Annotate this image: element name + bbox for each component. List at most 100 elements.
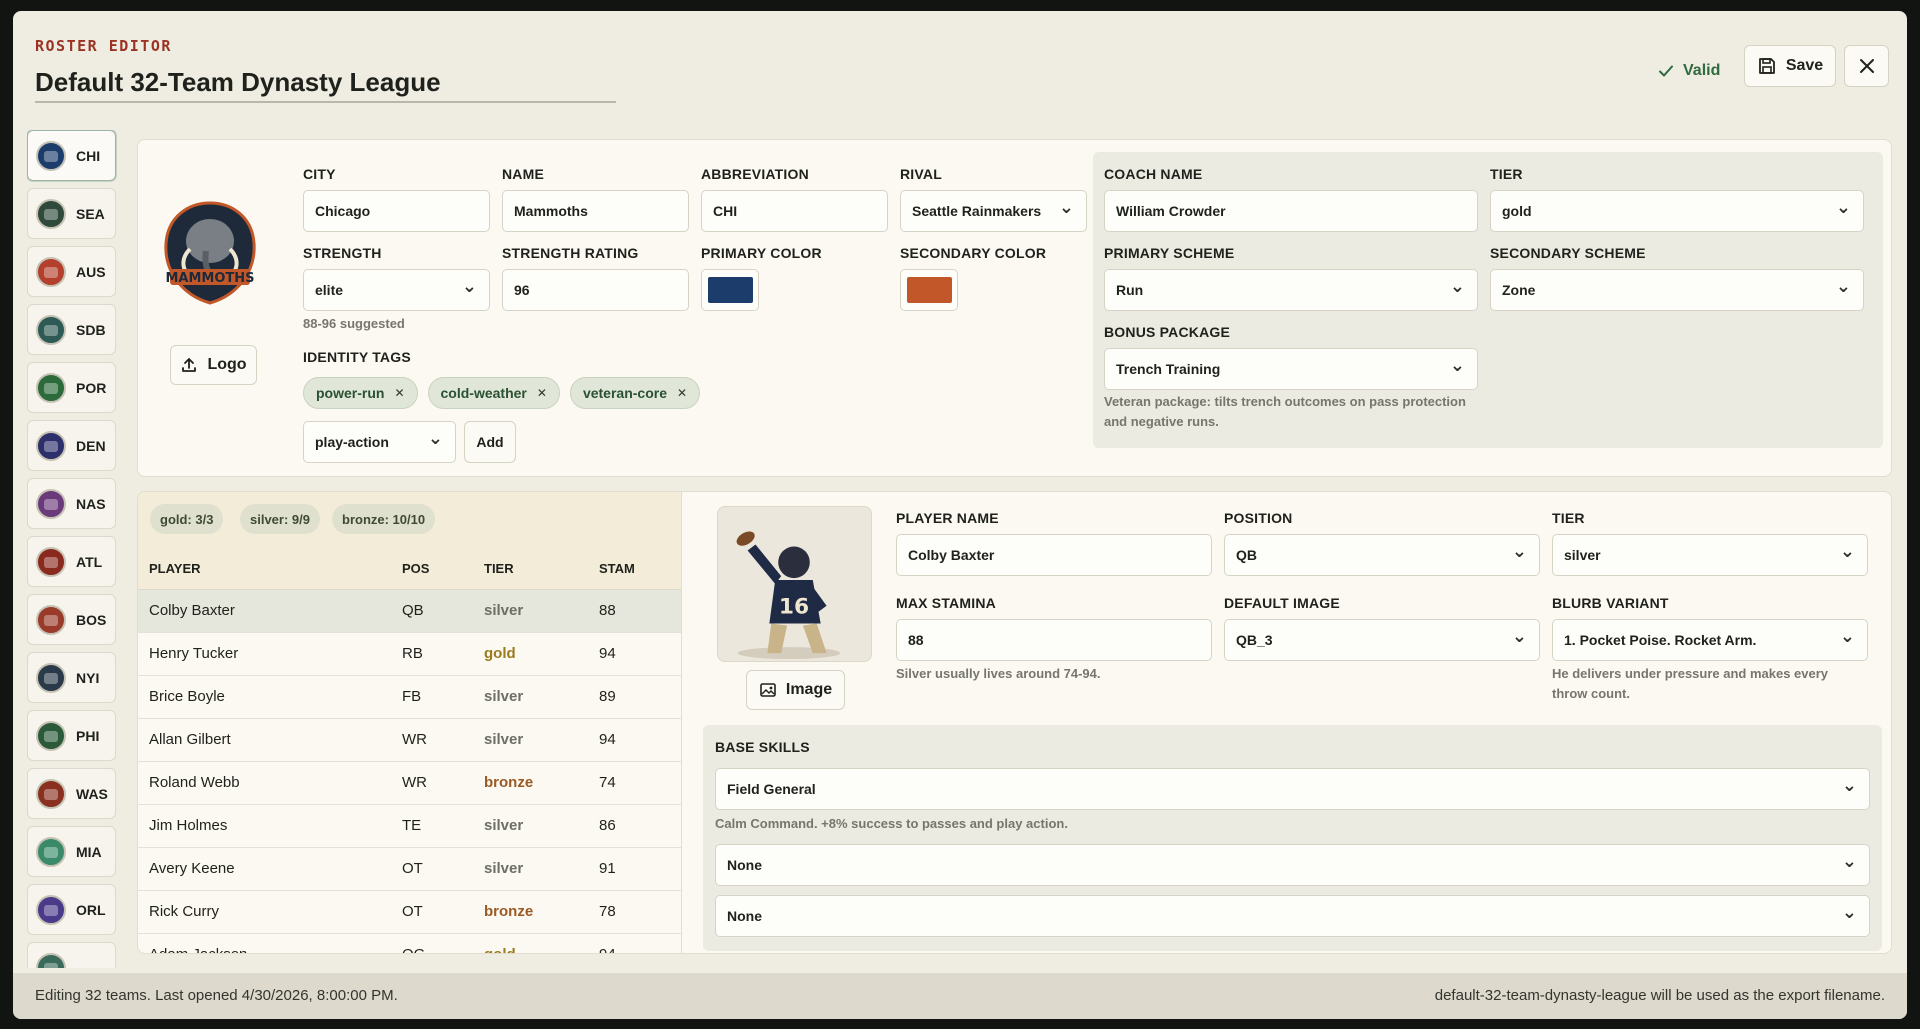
abbreviation-input[interactable]: CHI [701, 190, 888, 232]
change-image-button[interactable]: Image [746, 670, 845, 710]
player-tier-cell: gold [484, 934, 516, 953]
rival-select[interactable]: Seattle Rainmakers [900, 190, 1087, 232]
column-header[interactable]: STAM [599, 548, 635, 590]
sidebar-team-item[interactable]: PHI [27, 710, 116, 761]
secondary-scheme-select[interactable]: Zone [1490, 269, 1864, 311]
sidebar-team-item[interactable]: SDB [27, 304, 116, 355]
player-detail: 16 Image PLAYER NAME Colby Baxter POSITI… [683, 492, 1891, 953]
column-header[interactable]: TIER [484, 548, 514, 590]
skill-2-select[interactable]: None [715, 844, 1870, 886]
player-name-cell: Avery Keene [149, 860, 235, 877]
player-tier-cell: silver [484, 860, 524, 877]
player-tier-cell: silver [484, 688, 524, 705]
team-logo-icon [36, 372, 66, 403]
secondary-color-picker[interactable] [900, 269, 958, 311]
identity-tag-label: veteran-core [582, 385, 667, 401]
close-button[interactable] [1844, 45, 1889, 87]
blurb-variant-select[interactable]: 1. Pocket Poise. Rocket Arm. [1552, 619, 1868, 661]
team-logo-icon [36, 720, 66, 751]
table-row[interactable]: Brice Boyle FB silver 89 [138, 676, 681, 719]
upload-logo-button[interactable]: Logo [170, 345, 257, 385]
column-header[interactable]: PLAYER [149, 548, 201, 590]
sidebar-team-item[interactable]: MIA [27, 826, 116, 877]
player-name-cell: Adam Jackson [149, 934, 247, 953]
identity-tag: cold-weather ✕ [427, 377, 560, 409]
table-row[interactable]: Henry Tucker RB gold 94 [138, 633, 681, 676]
player-tier-label: TIER [1552, 510, 1585, 526]
tag-select[interactable]: play-action [303, 421, 456, 463]
sidebar-team-item[interactable]: NYI [27, 652, 116, 703]
primary-color-picker[interactable] [701, 269, 759, 311]
skill-1-select[interactable]: Field General [715, 768, 1870, 810]
identity-tags-list: power-run ✕ cold-weather ✕ veteran-core ✕ [303, 377, 701, 409]
sidebar-team-abbr: ORL [76, 901, 106, 918]
save-button[interactable]: Save [1744, 45, 1836, 87]
remove-tag-icon[interactable]: ✕ [677, 386, 687, 400]
strength-select[interactable]: elite [303, 269, 490, 311]
sidebar-team-item[interactable]: ATL [27, 536, 116, 587]
sidebar-team-item[interactable]: DEN [27, 420, 116, 471]
table-row[interactable]: Colby Baxter QB silver 88 [138, 590, 681, 633]
sidebar-team-abbr: CHI [76, 147, 101, 164]
player-name-cell: Jim Holmes [149, 817, 228, 834]
default-image-select[interactable]: QB_3 [1224, 619, 1540, 661]
table-row[interactable]: Adam Jackson OG gold 94 [138, 934, 681, 953]
editor-eyebrow: ROSTER EDITOR [35, 37, 172, 55]
tier-count-badge: gold: 3/3 [150, 504, 224, 534]
identity-tag-label: power-run [316, 385, 385, 401]
column-header[interactable]: POS [402, 548, 429, 590]
remove-tag-icon[interactable]: ✕ [537, 386, 547, 400]
player-name-cell: Colby Baxter [149, 602, 235, 619]
player-stam-cell: 74 [599, 774, 616, 791]
sidebar-team-item[interactable]: SEA [27, 188, 116, 239]
sidebar-team-item[interactable] [27, 942, 116, 968]
player-name-input[interactable]: Colby Baxter [896, 534, 1212, 576]
player-tier-select[interactable]: silver [1552, 534, 1868, 576]
league-name-input[interactable]: Default 32-Team Dynasty League [35, 67, 616, 103]
remove-tag-icon[interactable]: ✕ [394, 386, 404, 400]
team-logo-icon [36, 430, 66, 461]
table-row[interactable]: Avery Keene OT silver 91 [138, 848, 681, 891]
player-pos-cell: QB [402, 602, 424, 619]
player-pos-cell: RB [402, 645, 423, 662]
primary-color-label: PRIMARY COLOR [701, 245, 822, 261]
check-icon [1659, 65, 1673, 77]
editing-status: Editing 32 teams. Last opened 4/30/2026,… [35, 987, 398, 1004]
sidebar-team-item[interactable]: NAS [27, 478, 116, 529]
max-stamina-input[interactable]: 88 [896, 619, 1212, 661]
team-name-input[interactable]: Mammoths [502, 190, 689, 232]
sidebar-team-item[interactable]: AUS [27, 246, 116, 297]
table-row[interactable]: Roland Webb WR bronze 74 [138, 762, 681, 805]
sidebar-team-abbr: SEA [76, 205, 105, 222]
skill-3-select[interactable]: None [715, 895, 1870, 937]
roster-list: gold: 3/3 silver: 9/9 bronze: 10/10 PLAYER… [138, 492, 682, 953]
sidebar-team-item[interactable]: ORL [27, 884, 116, 935]
team-logo-image: MAMMOTHS [164, 201, 256, 305]
player-pos-cell: OT [402, 860, 423, 877]
roster-editor-modal: ROSTER EDITOR Default 32-Team Dynasty Le… [13, 11, 1907, 1019]
position-label: POSITION [1224, 510, 1293, 526]
player-tier-cell: silver [484, 602, 524, 619]
identity-tags-label: IDENTITY TAGS [303, 349, 411, 365]
sidebar-team-item[interactable]: CHI [27, 130, 116, 181]
sidebar-team-item[interactable]: POR [27, 362, 116, 413]
table-row[interactable]: Jim Holmes TE silver 86 [138, 805, 681, 848]
bonus-package-select[interactable]: Trench Training [1104, 348, 1478, 390]
identity-tag: power-run ✕ [303, 377, 418, 409]
strength-rating-input[interactable]: 96 [502, 269, 689, 311]
team-logo-icon [36, 778, 66, 809]
primary-color-swatch [708, 277, 753, 303]
position-select[interactable]: QB [1224, 534, 1540, 576]
coach-tier-select[interactable]: gold [1490, 190, 1864, 232]
sidebar-team-abbr: NYI [76, 669, 100, 686]
primary-scheme-select[interactable]: Run [1104, 269, 1478, 311]
max-stamina-label: MAX STAMINA [896, 595, 996, 611]
add-tag-button[interactable]: Add [464, 421, 516, 463]
table-row[interactable]: Allan Gilbert WR silver 94 [138, 719, 681, 762]
coach-name-input[interactable]: William Crowder [1104, 190, 1478, 232]
city-input[interactable]: Chicago [303, 190, 490, 232]
sidebar-team-item[interactable]: BOS [27, 594, 116, 645]
coach-name-label: COACH NAME [1104, 166, 1203, 182]
sidebar-team-item[interactable]: WAS [27, 768, 116, 819]
table-row[interactable]: Rick Curry OT bronze 78 [138, 891, 681, 934]
